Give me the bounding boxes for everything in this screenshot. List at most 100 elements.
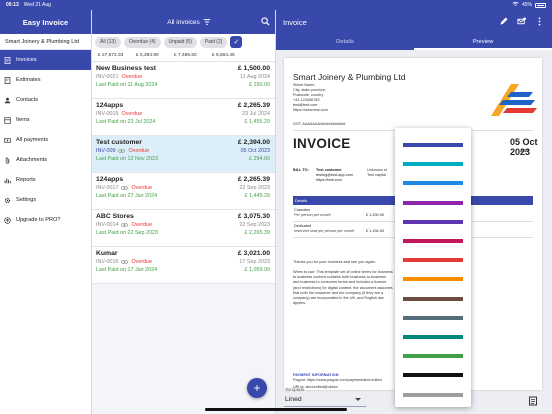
reports-icon <box>4 177 11 183</box>
status-badge: Overdue <box>131 185 153 191</box>
color-swatch[interactable] <box>403 354 463 359</box>
color-swatch[interactable] <box>403 181 463 186</box>
color-swatch[interactable] <box>403 315 463 320</box>
check-icon[interactable]: ✓ <box>230 36 243 48</box>
paid-amount: £ 2,265.39 <box>244 230 270 236</box>
last-paid: Last Paid on 11 Aug 2024 <box>96 82 158 88</box>
sidebar-item-label: Contacts <box>16 97 39 103</box>
sidebar-nav: Invoices Estimates Contacts Items All paymen… <box>0 50 91 230</box>
paid-amount: £ 1,445.29 <box>244 193 270 199</box>
client-name: 124apps <box>96 102 124 109</box>
sidebar-item-contacts[interactable]: Contacts <box>0 90 91 110</box>
list-header: All invoices <box>92 10 275 34</box>
add-invoice-button[interactable]: + <box>247 378 267 398</box>
doc-company-name: Smart Joinery & Plumbing Ltd <box>293 72 406 82</box>
client-name: 124apps <box>96 176 124 183</box>
detail-header: Invoice <box>276 10 552 34</box>
doc-item: Coworker Per person per month <box>294 208 331 218</box>
invoice-amount: £ 2,394.00 <box>237 139 270 146</box>
edit-icon[interactable] <box>499 17 508 26</box>
detail-tabs: Details Preview <box>276 34 552 50</box>
invoice-row[interactable]: New Business test £ 1,500.00 INV-0021 Overd… <box>92 62 275 99</box>
invoice-row[interactable]: Kumar £ 3,021.00 INV-0016 Overdue 17 Sep 202… <box>92 247 275 284</box>
invoice-date: 22 Sep 2023 <box>239 185 270 191</box>
doc-invoice-date: 05 Oct 2023 <box>510 137 538 157</box>
color-swatch[interactable] <box>403 200 463 205</box>
invoice-row[interactable]: 124apps £ 2,265.39 INV-0019 Overdue 23 Jul 2… <box>92 99 275 136</box>
color-swatch[interactable] <box>403 143 463 147</box>
doc-bill-to-label: BILL TO: <box>293 168 309 172</box>
invoice-row[interactable]: ABC Stores £ 3,075.30 INV-0014 Overdue 22 Se… <box>92 210 275 247</box>
tab-details[interactable]: Details <box>276 34 414 50</box>
paid-amount: £ 294.00 <box>249 156 270 162</box>
filter-icon[interactable] <box>203 18 211 26</box>
total-paid: £ 5,664.45 <box>212 53 235 58</box>
chip-all[interactable]: All (13) <box>95 36 121 48</box>
invoice-number: INV-0017 <box>96 185 119 191</box>
detail-title: Invoice <box>283 17 307 27</box>
color-swatch[interactable] <box>403 239 463 243</box>
invoice-list: New Business test £ 1,500.00 INV-0021 Overd… <box>92 62 275 284</box>
sidebar-item-attachments[interactable]: Attachments <box>0 150 91 170</box>
app-window: 00:13 Wed 21 Aug 45% Easy Invoice Smart … <box>0 0 552 414</box>
invoice-row[interactable]: 124apps £ 2,265.39 INV-0017 Overdue 22 Sep 2… <box>92 173 275 210</box>
unknown-line: Test capital <box>367 173 386 178</box>
color-swatch[interactable] <box>403 335 463 339</box>
sidebar-item-all-payments[interactable]: All payments <box>0 130 91 150</box>
color-swatch[interactable] <box>403 219 463 224</box>
app-title: Easy Invoice <box>0 10 91 34</box>
sidebar-item-label: Attachments <box>16 157 48 163</box>
sidebar-item-reports[interactable]: Reports <box>0 170 91 190</box>
color-swatch[interactable] <box>403 162 463 167</box>
sidebar-item-estimates[interactable]: Estimates <box>0 70 91 90</box>
tab-preview[interactable]: Preview <box>414 34 552 50</box>
invoice-amount: £ 1,500.00 <box>237 65 270 72</box>
invoice-number: INV-0016 <box>96 259 119 265</box>
list-title[interactable]: All invoices <box>167 19 200 26</box>
color-swatch[interactable] <box>403 392 463 397</box>
more-options-icon[interactable] <box>535 17 544 26</box>
send-email-icon[interactable] <box>517 17 526 26</box>
chip-overdue[interactable]: Overdue (4) <box>123 36 161 48</box>
color-swatch[interactable] <box>403 296 463 301</box>
sidebar-item-upgrade-to-pro[interactable]: Upgrade to PRO? <box>0 210 91 230</box>
last-paid: Last Paid on 27 Jan 2024 <box>96 193 158 199</box>
link-icon <box>118 149 126 153</box>
last-paid: Last Paid on 12 Nov 2023 <box>96 156 159 162</box>
company-selector[interactable]: Smart Joinery & Plumbing Ltd <box>0 34 91 50</box>
doc-thanks: Thanks you for your business and see you… <box>293 260 376 264</box>
doc-item-amount: £ 1,194.00 <box>366 229 384 233</box>
wifi-icon <box>512 1 519 9</box>
search-icon[interactable] <box>261 17 270 26</box>
last-paid: Last Paid on 23 Jul 2024 <box>96 119 156 125</box>
template-dropdown[interactable]: Lined <box>285 396 302 403</box>
invoice-row[interactable]: Test customer £ 2,394.00 INV-009 Overdue 05 … <box>92 136 275 173</box>
template-color-palette <box>395 128 471 407</box>
status-date: Wed 21 Aug <box>23 2 51 8</box>
sidebar-item-items[interactable]: Items <box>0 110 91 130</box>
color-swatch[interactable] <box>403 373 463 378</box>
document-icon[interactable] <box>528 396 538 406</box>
status-badge: Overdue <box>131 259 153 265</box>
link-icon <box>121 223 129 227</box>
invoice-date: 05 Oct 2023 <box>240 148 270 154</box>
client-name: ABC Stores <box>96 213 134 220</box>
chip-paid[interactable]: Paid (2) <box>199 36 228 48</box>
doc-address: Street Name, City, state province, Postc… <box>293 83 328 113</box>
chip-unpaid[interactable]: Unpaid (5) <box>163 36 197 48</box>
sidebar-item-label: Reports <box>16 177 36 183</box>
link-icon <box>121 260 129 264</box>
chevron-down-icon[interactable] <box>355 397 361 402</box>
sidebar-item-settings[interactable]: Settings <box>0 190 91 210</box>
status-badge: Overdue <box>128 148 150 154</box>
status-badge: Overdue <box>121 111 143 117</box>
invoice-date: 11 Aug 2024 <box>240 74 270 80</box>
sidebar-item-label: Estimates <box>16 77 41 83</box>
invoice-date: 23 Jul 2024 <box>242 111 270 117</box>
invoice-icon <box>4 56 11 64</box>
sidebar-item-invoices[interactable]: Invoices <box>0 50 91 70</box>
sidebar-item-label: Invoices <box>16 57 37 63</box>
attachment-icon <box>5 156 10 164</box>
color-swatch[interactable] <box>403 258 463 263</box>
color-swatch[interactable] <box>403 277 463 282</box>
